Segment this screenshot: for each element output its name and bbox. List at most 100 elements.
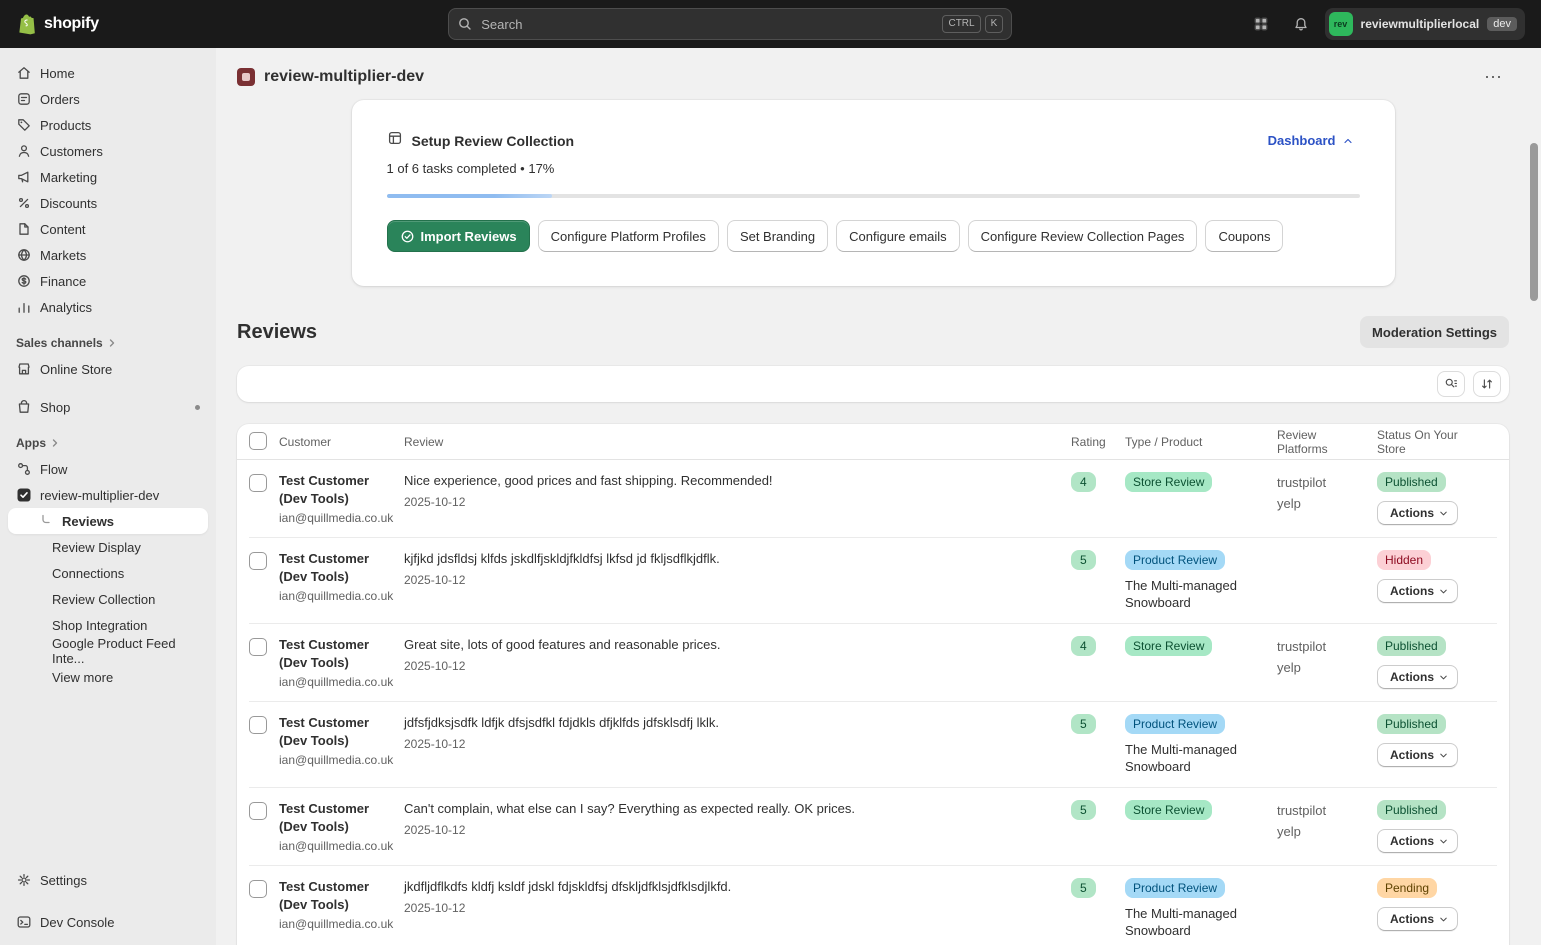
row-checkbox[interactable] [249, 474, 267, 492]
sort-arrows-icon [1482, 379, 1492, 389]
actions-button[interactable]: Actions [1377, 829, 1459, 853]
sidebar-item-shop[interactable]: Shop [8, 394, 208, 420]
chevron-up-icon [1343, 138, 1352, 143]
sidebar-item-home[interactable]: Home [8, 60, 208, 86]
sidebar-item-products[interactable]: Products [8, 112, 208, 138]
sidebar-label: Online Store [40, 361, 113, 377]
chevron-right-icon [52, 439, 58, 447]
page-title: review-multiplier-dev [264, 68, 425, 85]
actions-button[interactable]: Actions [1377, 743, 1459, 767]
topbar: shopify Search CTRL K rev reviewmultipli… [0, 0, 1541, 48]
review-text: kjfjkd jdsfldsj klfds jskdlfjskldjfkldfs… [404, 551, 720, 566]
home-icon [16, 65, 32, 81]
search-shortcut: CTRL K [942, 15, 1004, 33]
sidebar-item-flow[interactable]: Flow [8, 456, 208, 482]
store-account-menu[interactable]: rev reviewmultiplierlocal dev [1324, 8, 1525, 40]
more-actions-button[interactable]: ⋯ [1478, 68, 1509, 86]
reviews-filter-bar [237, 366, 1509, 402]
flow-icon [16, 461, 32, 477]
row-checkbox[interactable] [249, 552, 267, 570]
sidebar-label: Review Display [52, 539, 141, 555]
actions-button[interactable]: Actions [1377, 665, 1459, 689]
sidebar-item-online-store[interactable]: Online Store [8, 356, 208, 382]
sidebar-item-review-display[interactable]: Review Display [8, 534, 208, 560]
sidebar-item-review-collection[interactable]: Review Collection [8, 586, 208, 612]
status-badge: Published [1377, 800, 1446, 820]
customer-name: Test Customer (Dev Tools) [279, 879, 370, 912]
customer-name: Test Customer (Dev Tools) [279, 801, 370, 834]
set-branding-button[interactable]: Set Branding [726, 220, 829, 252]
review-platforms-list: trustpilot yelp [1277, 800, 1377, 842]
actions-button[interactable]: Actions [1377, 907, 1459, 931]
column-header-status: Status On Your Store [1377, 427, 1458, 456]
filter-search-area[interactable] [237, 366, 1437, 402]
search-and-filter-button[interactable] [1437, 371, 1465, 397]
row-checkbox[interactable] [249, 802, 267, 820]
select-all-checkbox[interactable] [249, 432, 267, 450]
row-checkbox[interactable] [249, 638, 267, 656]
actions-button[interactable]: Actions [1377, 579, 1459, 603]
type-badge: Store Review [1125, 472, 1213, 492]
sidebar-item-orders[interactable]: Orders [8, 86, 208, 112]
sidebar-item-google-product-feed[interactable]: Google Product Feed Inte... [8, 636, 208, 666]
sidebar-item-content[interactable]: Content [8, 216, 208, 242]
sales-channels-section[interactable]: Sales channels [8, 330, 208, 356]
shop-bag-icon [16, 399, 32, 415]
setup-progress-bar [386, 194, 1360, 198]
reviews-table-body: Test Customer (Dev Tools) ian@quillmedia… [237, 460, 1509, 945]
sidebar-item-view-more[interactable]: View more [8, 664, 208, 690]
sort-button[interactable] [1473, 371, 1501, 397]
notifications-bell-button[interactable] [1285, 8, 1317, 40]
chevron-down-icon [1440, 753, 1447, 757]
product-name[interactable]: The Multi-managed Snowboard [1125, 577, 1267, 611]
shopify-logo[interactable]: shopify [16, 12, 216, 36]
sidebar-label: Google Product Feed Inte... [52, 636, 176, 666]
row-checkbox[interactable] [249, 880, 267, 898]
sidebar-item-review-multiplier-dev[interactable]: review-multiplier-dev [8, 482, 208, 508]
table-row: Test Customer (Dev Tools) ian@quillmedia… [249, 624, 1497, 702]
import-reviews-button[interactable]: Import Reviews [386, 220, 530, 252]
search-icon [457, 16, 473, 32]
product-name[interactable]: The Multi-managed Snowboard [1125, 741, 1267, 775]
rating-badge: 4 [1071, 636, 1096, 656]
sidebar-item-analytics[interactable]: Analytics [8, 294, 208, 320]
dashboard-toggle-button[interactable]: Dashboard [1262, 132, 1360, 149]
document-icon [16, 221, 32, 237]
configure-review-collection-pages-button[interactable]: Configure Review Collection Pages [967, 220, 1198, 252]
coupons-button[interactable]: Coupons [1205, 220, 1284, 252]
configure-platform-profiles-button[interactable]: Configure Platform Profiles [537, 220, 719, 252]
vertical-scrollbar-thumb[interactable] [1530, 143, 1538, 301]
type-badge: Product Review [1125, 714, 1226, 734]
apps-section[interactable]: Apps [8, 430, 208, 456]
sidebar-label: Markets [40, 247, 87, 263]
customer-email: ian@quillmedia.co.uk [279, 675, 394, 689]
sidebar-item-finance[interactable]: Finance [8, 268, 208, 294]
sidebar-item-customers[interactable]: Customers [8, 138, 208, 164]
moderation-settings-button[interactable]: Moderation Settings [1360, 316, 1509, 348]
grid-icon [1253, 16, 1269, 32]
sidebar-item-shop-integration[interactable]: Shop Integration [8, 612, 208, 638]
sidebar-item-connections[interactable]: Connections [8, 560, 208, 586]
type-badge: Store Review [1125, 800, 1213, 820]
setup-progress-text: 1 of 6 tasks completed • 17% [386, 161, 555, 176]
setup-guide-icon [387, 130, 403, 151]
platform-label: yelp [1277, 824, 1301, 839]
percent-icon [16, 195, 32, 211]
sidebar-item-markets[interactable]: Markets [8, 242, 208, 268]
sidebar-item-settings[interactable]: Settings [8, 867, 208, 893]
row-checkbox[interactable] [249, 716, 267, 734]
sidebar-item-reviews[interactable]: Reviews [8, 508, 208, 534]
sidebar-label: View more [52, 669, 114, 685]
sidebar-item-marketing[interactable]: Marketing [8, 164, 208, 190]
admin-apps-grid-button[interactable] [1245, 8, 1277, 40]
import-reviews-label: Import Reviews [420, 228, 517, 244]
configure-emails-button[interactable]: Configure emails [836, 220, 960, 252]
global-search-input[interactable]: Search CTRL K [448, 8, 1013, 40]
ctrl-key: CTRL [942, 15, 981, 33]
actions-button[interactable]: Actions [1377, 501, 1459, 525]
sidebar-item-discounts[interactable]: Discounts [8, 190, 208, 216]
sidebar-item-dev-console[interactable]: Dev Console [8, 909, 208, 935]
customer-email: ian@quillmedia.co.uk [279, 589, 394, 603]
bar-chart-icon [16, 299, 32, 315]
product-name[interactable]: The Multi-managed Snowboard [1125, 905, 1267, 939]
